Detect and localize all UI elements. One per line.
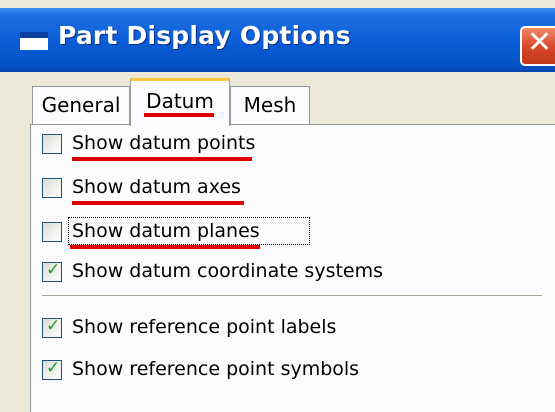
checkbox-row-show-datum-points[interactable]: Show datum points xyxy=(42,132,302,162)
check-icon: ✓ xyxy=(46,260,61,280)
tab-general-label: General xyxy=(41,93,121,117)
checkbox-row-show-reference-point-symbols[interactable]: ✓ Show reference point symbols xyxy=(42,358,412,388)
checkbox-label: Show datum points xyxy=(72,132,256,154)
checkbox-show-datum-axes[interactable] xyxy=(42,178,62,198)
check-icon: ✓ xyxy=(46,358,61,378)
checkbox-show-datum-points[interactable] xyxy=(42,134,62,154)
checkbox-row-show-datum-axes[interactable]: Show datum axes xyxy=(42,176,302,206)
part-display-options-dialog: Part Display Options ✕ General Datum Mes… xyxy=(0,0,555,412)
close-button[interactable]: ✕ xyxy=(520,25,555,66)
checkbox-label: Show datum coordinate systems xyxy=(72,260,384,282)
checkbox-label: Show reference point symbols xyxy=(72,358,360,380)
tab-mesh[interactable]: Mesh xyxy=(230,86,310,124)
annotation-underline xyxy=(72,157,252,161)
tab-mesh-label: Mesh xyxy=(243,93,297,117)
checkbox-label: Show datum axes xyxy=(72,176,241,198)
checkbox-label: Show reference point labels xyxy=(72,316,337,338)
tab-datum-label: Datum xyxy=(146,89,214,113)
title-bar[interactable]: Part Display Options ✕ xyxy=(0,8,555,72)
checkbox-row-show-reference-point-labels[interactable]: ✓ Show reference point labels xyxy=(42,316,402,346)
window-icon xyxy=(20,32,48,50)
tab-datum[interactable]: Datum xyxy=(130,78,230,126)
checkbox-row-show-datum-coordinate-systems[interactable]: ✓ Show datum coordinate systems xyxy=(42,260,442,290)
checkbox-show-reference-point-symbols[interactable]: ✓ xyxy=(42,358,62,380)
check-icon: ✓ xyxy=(46,316,61,336)
checkbox-show-datum-planes[interactable] xyxy=(42,222,62,242)
checkbox-show-datum-coordinate-systems[interactable]: ✓ xyxy=(42,260,62,282)
annotation-underline-datum xyxy=(144,113,214,117)
separator xyxy=(42,295,542,297)
checkbox-show-reference-point-labels[interactable]: ✓ xyxy=(42,316,62,338)
tab-general[interactable]: General xyxy=(32,86,130,124)
annotation-underline xyxy=(72,201,244,205)
close-icon: ✕ xyxy=(527,25,553,60)
annotation-underline xyxy=(70,245,260,249)
window-title: Part Display Options xyxy=(58,21,351,50)
focus-rectangle xyxy=(68,217,310,245)
checkbox-row-show-datum-planes[interactable]: Show datum planes xyxy=(42,217,322,250)
